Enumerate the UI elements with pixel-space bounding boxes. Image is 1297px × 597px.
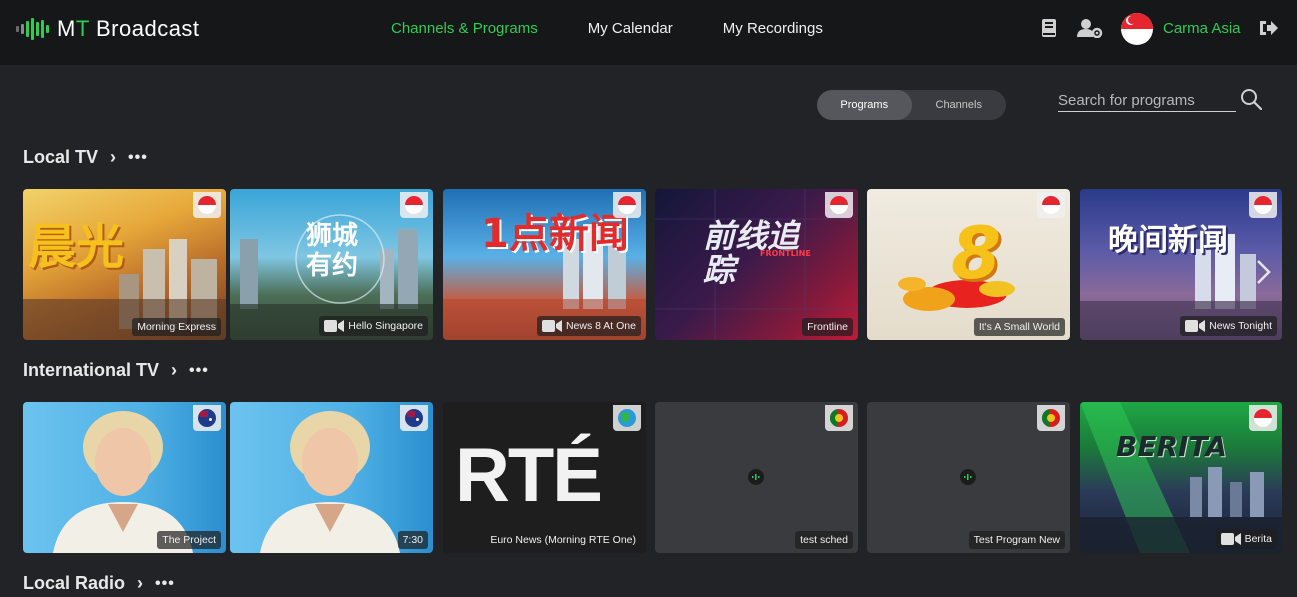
program-label: News Tonight: [1180, 316, 1277, 336]
more-icon[interactable]: •••: [189, 362, 209, 380]
flag-singapore-icon: [1249, 192, 1277, 218]
chevron-right-icon[interactable]: ›: [110, 147, 116, 168]
program-card[interactable]: 狮城有约 Hello Singapore: [230, 189, 433, 340]
avatar[interactable]: [1121, 13, 1153, 45]
book-icon[interactable]: [1038, 17, 1060, 39]
program-card[interactable]: 8 It's A Small World: [867, 189, 1070, 340]
flag-portugal-icon: [1037, 405, 1065, 431]
search-icon[interactable]: [1240, 88, 1263, 111]
toggle-channels[interactable]: Channels: [912, 90, 1007, 120]
flag-singapore-icon: [1249, 405, 1277, 431]
section-international-tv: International TV › •••: [23, 360, 209, 381]
user-settings-icon[interactable]: [1076, 17, 1104, 39]
flag-singapore-icon: [613, 192, 641, 218]
program-label: Frontline: [802, 318, 853, 336]
video-camera-icon: [541, 319, 562, 333]
thumb-subtext: FRONTLINE: [760, 249, 811, 258]
username[interactable]: Carma Asia: [1163, 20, 1241, 37]
waveform-icon: [16, 18, 49, 40]
section-local-radio: Local Radio › •••: [23, 573, 175, 594]
section-local-tv: Local TV › •••: [23, 147, 148, 168]
program-card[interactable]: BERITA Berita: [1080, 402, 1282, 553]
waveform-icon: [960, 469, 976, 485]
app-title: MT Broadcast: [57, 16, 200, 41]
thumb-text: 狮城有约: [305, 221, 358, 281]
flag-australia-icon: [193, 405, 221, 431]
globe-icon: [613, 405, 641, 431]
chevron-right-icon[interactable]: ›: [171, 360, 177, 381]
video-camera-icon: [1220, 532, 1241, 546]
program-label: The Project: [157, 531, 221, 549]
toggle-programs[interactable]: Programs: [817, 90, 912, 120]
program-label: It's A Small World: [973, 318, 1065, 336]
chevron-right-icon[interactable]: ›: [137, 573, 143, 594]
flag-australia-icon: [400, 405, 428, 431]
section-title[interactable]: Local Radio: [23, 573, 125, 594]
flag-portugal-icon: [825, 405, 853, 431]
program-label: 7:30: [397, 531, 428, 549]
section-title[interactable]: International TV: [23, 360, 159, 381]
flag-singapore-icon: [825, 192, 853, 218]
thumb-text: 晚间新闻: [1108, 223, 1228, 258]
thumb-text: BERITA: [1116, 430, 1228, 463]
top-bar: MT Broadcast Channels & Programs My Cale…: [0, 0, 1297, 65]
program-label: Berita: [1215, 529, 1277, 549]
carousel-next-icon[interactable]: [1252, 257, 1276, 289]
program-card[interactable]: 1点新闻 News 8 At One: [443, 189, 646, 340]
nav-channels-programs[interactable]: Channels & Programs: [391, 20, 538, 37]
video-camera-icon: [324, 319, 345, 333]
main-nav: Channels & Programs My Calendar My Recor…: [391, 20, 823, 37]
program-card[interactable]: test sched: [655, 402, 858, 553]
program-card[interactable]: The Project: [23, 402, 226, 553]
program-card[interactable]: 前线追踪 FRONTLINE Frontline: [655, 189, 858, 340]
thumb-text: 1点新闻: [481, 211, 629, 257]
nav-my-recordings[interactable]: My Recordings: [723, 20, 823, 37]
program-label: Euro News (Morning RTE One): [485, 531, 641, 549]
flag-singapore-icon: [1037, 192, 1065, 218]
section-title[interactable]: Local TV: [23, 147, 98, 168]
thumb-text: RTÉ: [455, 433, 603, 518]
thumb-text: 8: [951, 211, 1002, 295]
waveform-icon: [748, 469, 764, 485]
video-camera-icon: [1185, 319, 1206, 333]
program-label: test sched: [795, 531, 853, 549]
more-icon[interactable]: •••: [128, 149, 148, 167]
view-toggle: Programs Channels: [817, 90, 1006, 120]
logout-icon[interactable]: [1257, 17, 1279, 39]
program-label: News 8 At One: [536, 316, 641, 336]
more-icon[interactable]: •••: [155, 575, 175, 593]
program-label: Test Program New: [968, 531, 1065, 549]
program-card[interactable]: 晨光 Morning Express: [23, 189, 226, 340]
flag-singapore-icon: [400, 192, 428, 218]
program-card[interactable]: RTÉ Euro News (Morning RTE One): [443, 402, 646, 553]
program-label: Morning Express: [132, 318, 221, 336]
nav-my-calendar[interactable]: My Calendar: [588, 20, 673, 37]
program-card[interactable]: Test Program New: [867, 402, 1070, 553]
flag-singapore-icon: [193, 192, 221, 218]
search-input[interactable]: [1058, 90, 1236, 112]
app-logo[interactable]: MT Broadcast: [16, 16, 200, 42]
program-card[interactable]: 7:30: [230, 402, 433, 553]
program-label: Hello Singapore: [319, 316, 428, 336]
thumb-text: 晨光: [28, 219, 125, 275]
